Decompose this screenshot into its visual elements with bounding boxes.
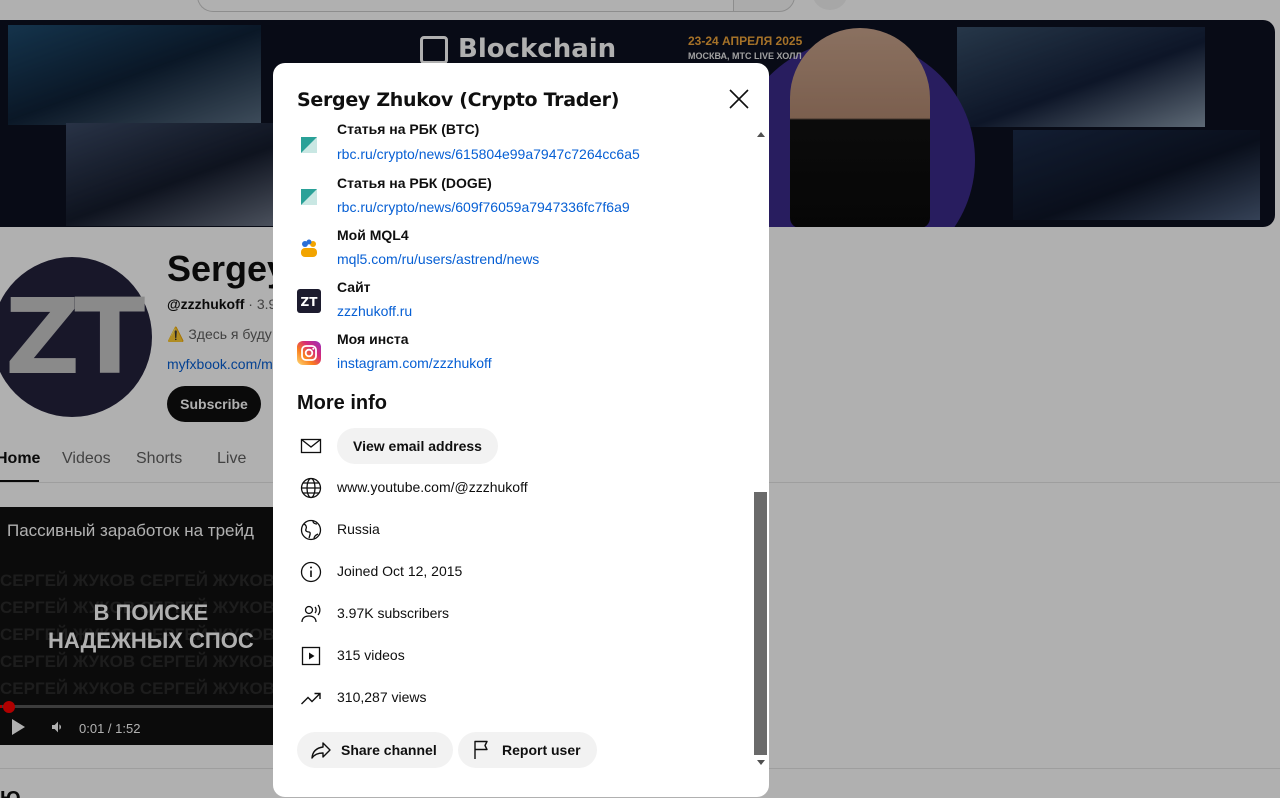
subscriber-count: 3.97K subscribers xyxy=(337,605,450,621)
link-title: Моя инста xyxy=(337,331,409,347)
scroll-up-arrow-icon[interactable] xyxy=(757,132,765,137)
link-title: Статья на РБК (BTC) xyxy=(337,123,480,137)
joined-date: Joined Oct 12, 2015 xyxy=(337,563,463,579)
views-row: 310,287 views xyxy=(297,680,737,716)
scroll-down-arrow-icon[interactable] xyxy=(757,760,765,765)
link-item: ZT Сайт zzzhukoff.ru xyxy=(297,279,737,331)
link-url[interactable]: zzzhukoff.ru xyxy=(337,303,412,319)
dialog-scroll-content[interactable]: Статья на РБК (BTC) rbc.ru/crypto/news/6… xyxy=(273,123,753,773)
link-title: Мой MQL4 xyxy=(337,227,409,243)
world-icon xyxy=(300,519,322,541)
link-item: Мой MQL4 mql5.com/ru/users/astrend/news xyxy=(297,227,737,279)
rbc-icon xyxy=(301,137,317,153)
subscribers-row: 3.97K subscribers xyxy=(297,596,737,632)
instagram-icon xyxy=(297,341,321,365)
share-channel-button[interactable]: Share channel xyxy=(297,732,453,768)
link-url[interactable]: mql5.com/ru/users/astrend/news xyxy=(337,251,539,267)
link-title: Статья на РБК (DOGE) xyxy=(337,175,492,191)
share-channel-label: Share channel xyxy=(341,742,437,758)
report-user-label: Report user xyxy=(502,742,581,758)
link-url[interactable]: instagram.com/zzzhukoff xyxy=(337,355,492,371)
zt-site-icon: ZT xyxy=(297,289,321,313)
flag-icon xyxy=(474,740,488,759)
close-icon xyxy=(729,89,749,109)
svg-text:ZT: ZT xyxy=(301,295,319,309)
share-icon xyxy=(311,742,331,759)
rbc-icon xyxy=(301,189,317,205)
videos-row: 315 videos xyxy=(297,638,737,674)
dialog-scrollbar[interactable] xyxy=(753,127,769,770)
country-row: Russia xyxy=(297,512,737,548)
dialog-title: Sergey Zhukov (Crypto Trader) xyxy=(297,89,620,111)
report-user-button[interactable]: Report user xyxy=(458,732,597,768)
joined-row: Joined Oct 12, 2015 xyxy=(297,554,737,590)
more-info-heading: More info xyxy=(297,392,387,414)
link-item: Статья на РБК (DOGE) rbc.ru/crypto/news/… xyxy=(297,175,737,227)
email-row: View email address xyxy=(297,428,737,464)
about-channel-dialog: Sergey Zhukov (Crypto Trader) Статья на … xyxy=(273,63,769,797)
mql5-icon xyxy=(301,239,317,257)
view-email-button[interactable]: View email address xyxy=(337,428,498,464)
info-icon xyxy=(300,561,322,583)
link-url[interactable]: rbc.ru/crypto/news/615804e99a7947c7264cc… xyxy=(337,146,640,162)
close-button[interactable] xyxy=(719,79,759,119)
link-item: Моя инста instagram.com/zzzhukoff xyxy=(297,331,737,383)
trending-icon xyxy=(301,692,321,705)
globe-icon xyxy=(300,477,322,499)
subscribers-icon xyxy=(301,604,321,623)
channel-url[interactable]: www.youtube.com/@zzzhukoff xyxy=(337,479,528,495)
link-url[interactable]: rbc.ru/crypto/news/609f76059a7947336fc7f… xyxy=(337,199,630,215)
country: Russia xyxy=(337,521,380,537)
view-count: 310,287 views xyxy=(337,689,427,705)
link-title: Сайт xyxy=(337,279,371,295)
mail-icon xyxy=(300,438,322,454)
scrollbar-thumb[interactable] xyxy=(754,492,767,755)
video-count-icon xyxy=(301,646,321,666)
video-count: 315 videos xyxy=(337,647,405,663)
channel-url-row: www.youtube.com/@zzzhukoff xyxy=(297,470,737,506)
link-item: Статья на РБК (BTC) rbc.ru/crypto/news/6… xyxy=(297,123,737,175)
